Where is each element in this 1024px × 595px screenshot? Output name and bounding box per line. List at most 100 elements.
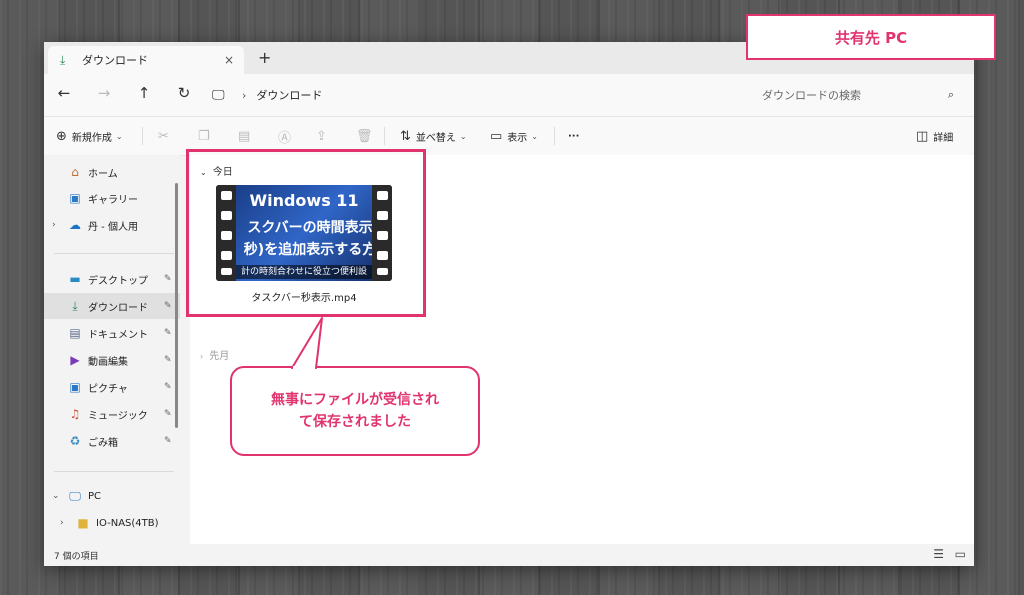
navigation-bar: ← → ↑ ↻ 🖵 › ダウンロード ダウンロードの検索 ⌕ — [44, 74, 974, 116]
callout-line: 無事にファイルが受信され — [271, 392, 439, 408]
document-icon: ▤ — [69, 326, 81, 340]
callout-bubble: 無事にファイルが受信され て保存されました — [230, 366, 480, 456]
pc-icon: 🖵 — [69, 488, 81, 503]
gallery-icon: ▣ — [69, 191, 81, 205]
details-button[interactable]: ◫ 詳細 — [916, 126, 953, 146]
search-icon: ⌕ — [947, 88, 954, 101]
sort-button[interactable]: ⇅ 並べ替え ⌄ — [400, 126, 467, 146]
new-tab-button[interactable]: + — [258, 48, 271, 67]
divider — [54, 253, 174, 254]
divider — [384, 127, 385, 145]
sidebar-item-downloads[interactable]: ⤓ ダウンロード ✎ — [44, 293, 180, 319]
delete-button[interactable]: 🗑 — [356, 126, 378, 146]
sidebar-item-pc[interactable]: ⌄ 🖵 PC — [44, 483, 180, 509]
sort-label: 並べ替え — [415, 132, 456, 144]
sidebar-item-music[interactable]: ♫ ミュージック ✎ — [44, 401, 180, 427]
rename-icon: Ⓐ — [278, 130, 292, 146]
sidebar-item-label: ピクチャ — [88, 383, 128, 395]
forward-arrow-icon[interactable]: → — [92, 84, 116, 106]
chevron-right-icon: › — [242, 88, 247, 102]
sidebar-item-video-edit[interactable]: ▶ 動画編集 ✎ — [44, 347, 180, 373]
cut-button[interactable]: ✂ — [158, 126, 174, 146]
chevron-down-icon: ⌄ — [459, 131, 467, 141]
chevron-down-icon: ⌄ — [115, 131, 123, 141]
sidebar-item-nas[interactable]: › ■ IO-NAS(4TB) — [44, 510, 180, 536]
desktop-icon: ▬ — [69, 272, 81, 286]
paste-button[interactable]: ▤ — [238, 126, 255, 146]
sidebar-item-desktop[interactable]: ▬ デスクトップ ✎ — [44, 266, 180, 292]
breadcrumb[interactable]: ダウンロード — [256, 87, 322, 103]
status-bar: 7 個の項目 ☰ ▭ — [44, 544, 974, 566]
back-arrow-icon[interactable]: ← — [52, 84, 76, 106]
music-icon: ♫ — [69, 407, 81, 421]
chevron-right-icon[interactable]: › — [52, 220, 64, 230]
up-arrow-icon[interactable]: ↑ — [132, 84, 156, 106]
group-header-earlier[interactable]: › 先月 — [200, 347, 229, 362]
share-target-label: 共有先 PC — [746, 14, 996, 60]
search-input[interactable]: ダウンロードの検索 — [762, 87, 948, 103]
sidebar-item-label: デスクトップ — [88, 275, 148, 287]
address-bar[interactable]: 🖵 › ダウンロード — [212, 81, 732, 109]
tiles-view-icon[interactable]: ▭ — [955, 547, 966, 561]
share-button[interactable]: ⇪ — [316, 126, 332, 146]
divider — [142, 127, 143, 145]
sidebar-item-gallery[interactable]: ▣ ギャラリー — [44, 185, 180, 211]
view-label: 表示 — [507, 132, 528, 144]
paste-icon: ▤ — [238, 128, 251, 144]
callout-text: 無事にファイルが受信され て保存されました — [271, 389, 439, 433]
cloud-icon: ☁ — [69, 218, 81, 232]
plus-circle-icon: ⊕ — [56, 128, 67, 144]
rename-button[interactable]: Ⓐ — [278, 126, 296, 146]
refresh-icon[interactable]: ↻ — [172, 84, 196, 106]
search-box[interactable]: ダウンロードの検索 ⌕ — [748, 81, 966, 109]
copy-icon: ❐ — [198, 128, 210, 144]
sidebar-item-home[interactable]: ⌂ ホーム — [44, 159, 180, 185]
pictures-icon: ▣ — [69, 380, 81, 394]
sidebar-item-label: IO-NAS(4TB) — [96, 517, 159, 529]
details-label: 詳細 — [933, 132, 954, 144]
close-icon[interactable]: × — [220, 53, 238, 67]
sidebar-item-pictures[interactable]: ▣ ピクチャ ✎ — [44, 374, 180, 400]
chevron-down-icon: ⌄ — [531, 131, 538, 141]
sidebar-item-label: 丹 - 個人用 — [88, 221, 138, 233]
download-icon: ⤓ — [60, 52, 66, 67]
new-button[interactable]: ⊕ 新規作成 ⌄ — [56, 126, 123, 146]
details-view-icon[interactable]: ☰ — [933, 547, 944, 561]
item-count: 7 個の項目 — [54, 552, 99, 562]
sidebar-item-onedrive[interactable]: › ☁ 丹 - 個人用 — [44, 212, 180, 238]
chevron-right-icon: › — [200, 352, 204, 361]
tab-title: ダウンロード — [82, 54, 148, 67]
divider — [554, 127, 555, 145]
sidebar-item-documents[interactable]: ▤ ドキュメント ✎ — [44, 320, 180, 346]
sidebar-item-label: 動画編集 — [88, 356, 128, 368]
command-bar: ⊕ 新規作成 ⌄ ✂ ❐ ▤ Ⓐ ⇪ 🗑 ⇅ 並べ替え ⌄ ▭ 表示 ⌄ ···… — [44, 116, 974, 156]
video-icon: ▶ — [70, 353, 80, 367]
download-icon: ⤓ — [72, 298, 78, 313]
view-button[interactable]: ▭ 表示 ⌄ — [490, 126, 538, 146]
home-icon: ⌂ — [71, 165, 79, 179]
view-icon: ▭ — [490, 128, 503, 144]
sidebar-item-label: ミュージック — [88, 410, 148, 422]
monitor-icon: 🖵 — [212, 87, 225, 103]
sidebar-item-label: PC — [88, 490, 102, 502]
new-label: 新規作成 — [71, 132, 112, 144]
recycle-bin-icon: ♻ — [69, 434, 81, 448]
scrollbar[interactable] — [175, 183, 178, 428]
pin-icon[interactable]: ✎ — [164, 436, 180, 446]
share-target-text: 共有先 PC — [834, 28, 908, 47]
sidebar-item-recycle-bin[interactable]: ♻ ごみ箱 ✎ — [44, 428, 180, 454]
sidebar-item-label: ダウンロード — [88, 302, 148, 314]
tab-downloads[interactable]: ⤓ ダウンロード × — [48, 46, 244, 74]
more-button[interactable]: ··· — [568, 126, 579, 146]
details-pane-icon: ◫ — [916, 128, 929, 144]
sidebar-item-label: ごみ箱 — [88, 437, 118, 449]
chevron-down-icon[interactable]: ⌄ — [52, 491, 64, 501]
copy-button[interactable]: ❐ — [198, 126, 215, 146]
share-icon: ⇪ — [316, 128, 327, 144]
divider — [54, 471, 174, 472]
cut-icon: ✂ — [158, 128, 169, 144]
chevron-right-icon[interactable]: › — [60, 518, 72, 528]
group-label: 先月 — [209, 351, 230, 362]
sidebar-item-label: ギャラリー — [88, 194, 138, 206]
callout-line: て保存されました — [299, 414, 411, 430]
